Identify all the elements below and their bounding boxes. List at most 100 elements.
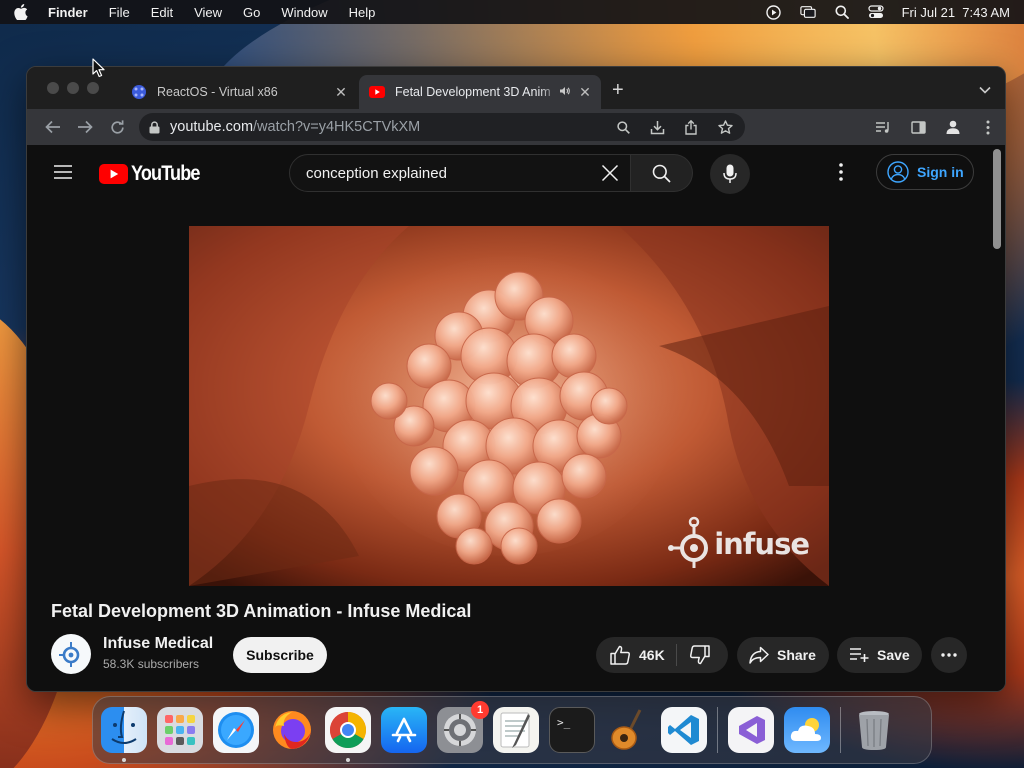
window-controls xyxy=(47,82,99,94)
textedit-icon[interactable] xyxy=(493,707,539,753)
video-cell-shape xyxy=(370,382,408,420)
more-actions-button[interactable] xyxy=(931,637,967,673)
back-button[interactable] xyxy=(37,113,69,141)
video-cell-shape xyxy=(561,453,607,499)
menu-edit[interactable]: Edit xyxy=(151,5,173,20)
clear-search-icon[interactable] xyxy=(594,164,626,182)
visual-studio-icon[interactable] xyxy=(728,707,774,753)
save-button[interactable]: Save xyxy=(837,637,922,673)
screen-mirroring-icon[interactable] xyxy=(799,5,816,19)
share-arrow-icon xyxy=(749,646,769,664)
voice-search-button[interactable] xyxy=(710,154,750,194)
tab-reactos[interactable]: ReactOS - Virtual x86 ✕ xyxy=(121,75,357,109)
subscriber-count: 58.3K subscribers xyxy=(103,657,200,671)
tab-close-icon[interactable]: ✕ xyxy=(331,84,351,101)
sign-in-button[interactable]: Sign in xyxy=(876,154,974,190)
vscode-icon[interactable] xyxy=(661,707,707,753)
media-controls-icon[interactable] xyxy=(873,117,893,137)
finder-icon[interactable] xyxy=(101,707,147,762)
video-player[interactable]: infuse xyxy=(189,226,829,586)
zoom-window-button[interactable] xyxy=(87,82,99,94)
lock-icon[interactable] xyxy=(149,120,160,134)
guide-menu-icon[interactable] xyxy=(53,164,73,185)
chrome-icon[interactable] xyxy=(325,707,371,762)
zoom-search-icon[interactable] xyxy=(613,117,633,137)
tab-audio-icon[interactable] xyxy=(559,85,571,100)
youtube-play-logo-icon xyxy=(99,164,128,184)
search-icon xyxy=(652,164,671,183)
address-bar[interactable]: youtube.com/watch?v=y4HK5CTVkXM xyxy=(139,113,745,141)
video-cell-shape xyxy=(551,333,597,379)
channel-avatar[interactable] xyxy=(51,634,91,674)
watermark-text: infuse xyxy=(714,527,810,561)
garageband-icon[interactable] xyxy=(605,707,651,753)
url-text: youtube.com/watch?v=y4HK5CTVkXM xyxy=(170,119,420,135)
new-tab-button[interactable]: + xyxy=(612,80,624,100)
infuse-watermark: infuse xyxy=(668,516,810,572)
menu-view[interactable]: View xyxy=(194,5,222,20)
infuse-channel-logo-icon xyxy=(59,642,80,667)
terminal-icon[interactable]: >_ xyxy=(549,707,595,753)
infuse-logo-icon xyxy=(668,516,709,568)
youtube-favicon-icon xyxy=(369,84,385,100)
app-store-icon[interactable] xyxy=(381,707,427,753)
tab-close-icon[interactable]: ✕ xyxy=(575,84,595,101)
apple-menu-icon[interactable] xyxy=(14,4,28,20)
bookmark-star-icon[interactable] xyxy=(715,117,735,137)
spotlight-search-icon[interactable] xyxy=(834,5,850,19)
subscribe-button[interactable]: Subscribe xyxy=(233,637,327,673)
browser-toolbar: youtube.com/watch?v=y4HK5CTVkXM xyxy=(27,109,1005,145)
svg-text:>_: >_ xyxy=(557,716,571,729)
dock-separator xyxy=(717,707,718,753)
dislike-button[interactable] xyxy=(677,645,710,665)
more-horizontal-icon xyxy=(941,653,957,657)
menu-bar: Finder File Edit View Go Window Help Fri… xyxy=(0,0,1024,24)
share-button[interactable]: Share xyxy=(737,637,829,673)
youtube-logo[interactable]: YouTube xyxy=(99,162,211,186)
control-center-icon[interactable] xyxy=(868,5,884,19)
mouse-cursor-icon xyxy=(92,58,105,78)
close-window-button[interactable] xyxy=(47,82,59,94)
install-app-icon[interactable] xyxy=(647,117,667,137)
forward-button[interactable] xyxy=(69,113,101,141)
url-path: /watch?v=y4HK5CTVkXM xyxy=(253,119,421,135)
video-title: Fetal Development 3D Animation - Infuse … xyxy=(51,601,472,621)
youtube-page: YouTube conception explained Sign in inf… xyxy=(27,145,1005,691)
search-input[interactable]: conception explained xyxy=(289,154,631,192)
menu-window[interactable]: Window xyxy=(281,5,327,20)
launchpad-icon[interactable] xyxy=(157,707,203,753)
video-cell-shape xyxy=(536,498,582,544)
dock-separator xyxy=(840,707,841,753)
side-panel-icon[interactable] xyxy=(908,117,928,137)
system-settings-icon[interactable]: 1 xyxy=(437,701,489,753)
tab-search-chevron-icon[interactable] xyxy=(979,81,991,99)
safari-icon[interactable] xyxy=(213,707,259,753)
trash-icon[interactable] xyxy=(851,707,897,753)
profile-icon[interactable] xyxy=(943,117,963,137)
like-button[interactable]: 46K xyxy=(596,645,676,665)
firefox-icon[interactable] xyxy=(269,707,315,753)
chrome-menu-icon[interactable] xyxy=(978,117,998,137)
menu-file[interactable]: File xyxy=(109,5,130,20)
reactos-favicon-icon xyxy=(131,84,147,100)
share-page-icon[interactable] xyxy=(681,117,701,137)
channel-name[interactable]: Infuse Medical xyxy=(103,635,213,653)
menu-help[interactable]: Help xyxy=(349,5,376,20)
menu-go[interactable]: Go xyxy=(243,5,260,20)
minimize-window-button[interactable] xyxy=(67,82,79,94)
reload-button[interactable] xyxy=(101,113,133,141)
thumbs-up-icon xyxy=(610,645,631,665)
video-cell-shape xyxy=(455,527,493,565)
page-scrollbar-thumb[interactable] xyxy=(993,149,1001,249)
tab-youtube[interactable]: Fetal Development 3D Anim ✕ xyxy=(359,75,601,109)
weather-icon[interactable] xyxy=(784,707,830,753)
search-button[interactable] xyxy=(631,154,693,192)
menubar-clock[interactable]: Fri Jul 21 7:43 AM xyxy=(902,5,1010,20)
video-cell-shape xyxy=(500,527,538,565)
video-cell-shape xyxy=(409,446,459,496)
share-label: Share xyxy=(777,647,816,663)
search-query: conception explained xyxy=(306,164,447,182)
now-playing-icon[interactable] xyxy=(766,4,782,20)
menu-app-name[interactable]: Finder xyxy=(48,5,88,20)
settings-more-icon[interactable] xyxy=(839,163,843,186)
